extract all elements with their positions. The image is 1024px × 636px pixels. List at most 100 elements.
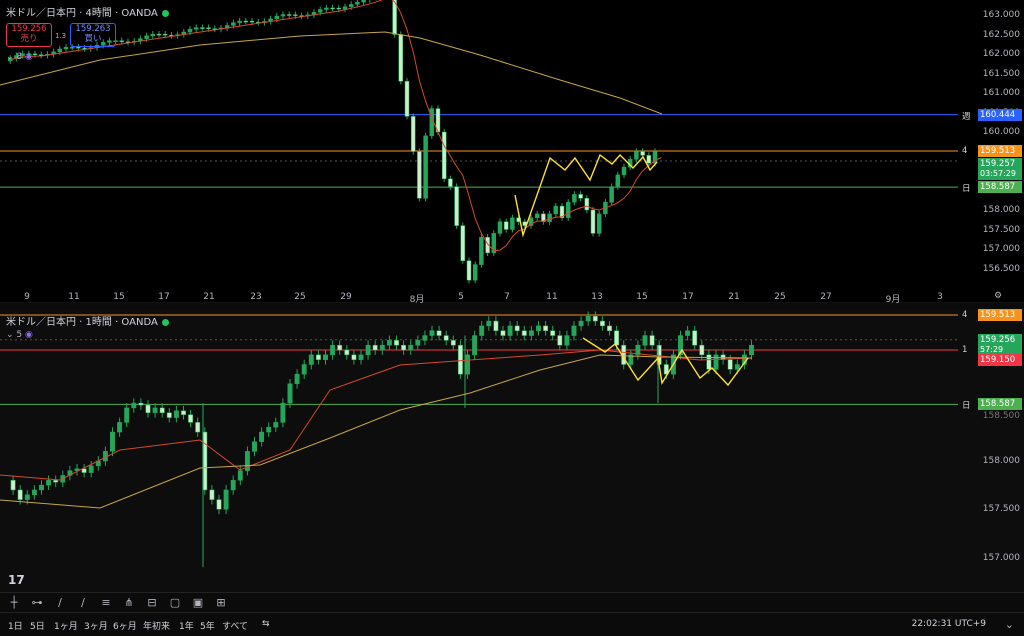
candle-body xyxy=(550,330,556,336)
candle-body xyxy=(223,489,229,510)
price-tick: 161.500 xyxy=(982,68,1020,79)
goto-date-icon[interactable]: ⇆ xyxy=(262,619,270,629)
fib-tool-icon[interactable]: ≡ xyxy=(98,596,114,610)
text-tool-icon[interactable]: ▣ xyxy=(190,596,206,610)
candle xyxy=(692,325,698,351)
candle-body xyxy=(24,494,30,500)
rectangle-tool-icon[interactable]: ▢ xyxy=(167,596,183,610)
measure-tool-icon[interactable]: ⊞ xyxy=(213,596,229,610)
candle xyxy=(534,210,540,221)
candle xyxy=(503,218,509,233)
candle xyxy=(110,427,115,457)
candle xyxy=(457,340,463,379)
chart-1h-panel[interactable]: 米ドル／日本円 · 1時間 · OANDA ⌄ 5 ◉ 158.000 157.5… xyxy=(0,309,1024,611)
indicators-toggle[interactable]: ⌄ 8 ◉ xyxy=(6,52,33,62)
candle xyxy=(324,4,329,13)
range-button[interactable]: 6ヶ月 xyxy=(113,619,137,632)
timezone-menu-icon[interactable]: ⌄ xyxy=(1005,618,1014,631)
candle xyxy=(266,422,272,437)
candle-body xyxy=(162,33,168,36)
candle-body xyxy=(187,28,193,33)
market-open-icon xyxy=(161,318,169,326)
price-tick: 158.000 xyxy=(982,205,1020,215)
trend-line-tool-icon[interactable]: ∕ xyxy=(52,596,68,610)
candle xyxy=(145,400,151,418)
tradingview-logo[interactable]: 17 xyxy=(8,573,25,587)
candle-body xyxy=(57,48,63,53)
candle-body xyxy=(423,135,428,199)
candle xyxy=(268,15,273,25)
range-button[interactable]: すべて xyxy=(222,619,248,632)
indicators-toggle[interactable]: ⌄ 5 ◉ xyxy=(6,330,33,340)
time-tick: 23 xyxy=(250,292,262,302)
candle-body xyxy=(46,480,52,486)
price-tick: 162.000 xyxy=(982,49,1020,59)
candle xyxy=(553,202,559,218)
candle xyxy=(244,446,250,476)
range-button[interactable]: 1日 xyxy=(8,619,23,632)
buy-price: 159.263 xyxy=(75,24,111,34)
candle xyxy=(454,183,459,229)
candle-body xyxy=(117,422,123,433)
price-tick: 161.000 xyxy=(982,88,1020,98)
time-tick: 9月 xyxy=(885,295,901,305)
candle-body xyxy=(454,186,459,226)
candle-body xyxy=(39,484,44,491)
candle-body xyxy=(372,344,378,351)
candle-body xyxy=(69,46,75,49)
clock-display[interactable]: 22:02:31 UTC+9 xyxy=(912,619,986,629)
candle xyxy=(379,340,385,355)
candle-body xyxy=(110,431,115,452)
candle xyxy=(138,35,143,45)
candle-body xyxy=(410,116,416,152)
range-button[interactable]: 5日 xyxy=(30,619,45,632)
candle xyxy=(410,113,416,155)
level-label-4h: 4 xyxy=(962,145,968,156)
buy-button[interactable]: 159.263 買い xyxy=(70,23,116,47)
time-tick: 3 xyxy=(937,292,943,302)
candle-body xyxy=(138,402,144,406)
candle-body xyxy=(280,402,286,423)
candle xyxy=(621,163,627,179)
candle xyxy=(394,335,399,351)
range-button[interactable]: 1年 xyxy=(179,619,194,632)
chart-settings-icon[interactable]: ⚙ xyxy=(994,291,1002,301)
horizontal-line-tool-icon[interactable]: ⊶ xyxy=(29,596,45,610)
ray-tool-icon[interactable]: ∕ xyxy=(75,596,91,610)
range-button[interactable]: 年初来 xyxy=(143,619,170,632)
candle-body xyxy=(145,404,151,413)
time-tick: 21 xyxy=(728,292,740,302)
candle xyxy=(609,183,614,206)
candle xyxy=(330,4,335,12)
candle-body xyxy=(422,335,428,341)
candle xyxy=(392,0,397,38)
candle-body xyxy=(301,364,307,375)
price-tick: 160.000 xyxy=(982,127,1020,137)
candle xyxy=(479,234,484,268)
current-price: 159.256 xyxy=(980,334,1016,345)
range-button[interactable]: 5年 xyxy=(200,619,215,632)
candle-body xyxy=(404,81,410,117)
pitchfork-tool-icon[interactable]: ⋔ xyxy=(121,596,137,610)
candle xyxy=(404,78,410,120)
chart-1h-canvas[interactable] xyxy=(0,310,1024,592)
candle-body xyxy=(173,410,179,418)
position-tool-icon[interactable]: ⊟ xyxy=(144,596,160,610)
candle-body xyxy=(342,6,348,10)
candle xyxy=(287,378,293,408)
candle-body xyxy=(472,335,478,356)
chart-1h-symbol[interactable]: 米ドル／日本円 · 1時間 · OANDA xyxy=(6,317,158,328)
candle-body xyxy=(274,15,280,20)
range-button[interactable]: 3ヶ月 xyxy=(84,619,108,632)
candle xyxy=(541,210,546,225)
chart-4h-panel[interactable]: 米ドル／日本円 · 4時間 · OANDA 159.256 売り 1.3 159… xyxy=(0,0,1024,305)
candle xyxy=(361,0,366,6)
chart-4h-symbol[interactable]: 米ドル／日本円 · 4時間 · OANDA xyxy=(6,8,158,19)
candle-body xyxy=(640,151,645,156)
range-button[interactable]: 1ヶ月 xyxy=(54,619,78,632)
chart-4h-canvas[interactable] xyxy=(0,0,1024,303)
candle-body xyxy=(237,20,242,23)
candle-body xyxy=(156,33,162,36)
cursor-tool-icon[interactable]: ┼ xyxy=(6,596,22,610)
sell-button[interactable]: 159.256 売り xyxy=(6,23,52,47)
